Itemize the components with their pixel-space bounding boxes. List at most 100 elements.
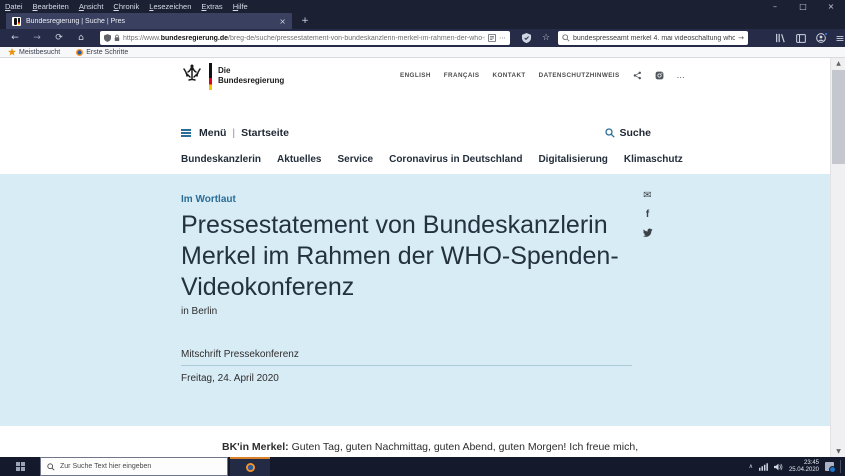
nav-service[interactable]: Service: [338, 154, 374, 165]
network-icon[interactable]: [758, 462, 768, 471]
account-icon[interactable]: [813, 29, 829, 47]
system-tray: ∧ 23:45 25.04.2020: [749, 457, 841, 476]
header-more-icon[interactable]: …: [677, 71, 685, 80]
sidebar-icon[interactable]: [793, 29, 809, 47]
site-menu-icon[interactable]: [181, 128, 191, 138]
page-actions-icon[interactable]: ⋯: [499, 34, 506, 42]
reload-button[interactable]: ⟳: [50, 29, 68, 47]
taskbar-clock[interactable]: 23:45 25.04.2020: [789, 460, 819, 474]
windows-taskbar: Zur Suche Text hier eingeben ∧ 23:45 25.…: [0, 457, 845, 476]
menu-datei[interactable]: Datei: [5, 2, 23, 11]
header-meta-nav: ENGLISH FRANÇAIS KONTAKT DATENSCHUTZHINW…: [400, 71, 685, 80]
new-tab-button[interactable]: +: [298, 15, 312, 28]
close-button[interactable]: ×: [817, 0, 845, 14]
link-datenschutzhinweis[interactable]: DATENSCHUTZHINWEIS: [539, 72, 620, 79]
screen: Datei Bearbeiten Ansicht Chronik Lesezei…: [0, 0, 845, 476]
article-date: Freitag, 24. April 2020: [181, 373, 279, 384]
bundesregierung-logo[interactable]: Die Bundesregierung: [181, 63, 284, 90]
link-english[interactable]: ENGLISH: [400, 72, 431, 79]
lock-icon: [114, 34, 120, 42]
article-type: Mitschrift Pressekonferenz: [181, 349, 299, 360]
menu-hilfe[interactable]: Hilfe: [233, 2, 248, 11]
nav-digitalisierung[interactable]: Digitalisierung: [538, 154, 607, 165]
tab-title: Bundesregierung | Suche | Pres: [26, 17, 125, 25]
search-query: bundespresseamt merkel 4. mai videoschal…: [573, 34, 736, 42]
bookmark-most-visited[interactable]: Meistbesucht: [8, 48, 60, 56]
speaker-label: BK'in Merkel:: [222, 441, 289, 453]
forward-button[interactable]: →: [28, 29, 46, 47]
menu-chronik[interactable]: Chronik: [113, 2, 139, 11]
firefox-taskbar-icon: [245, 463, 255, 472]
account-badge: [824, 32, 828, 36]
menu-bearbeiten[interactable]: Bearbeiten: [33, 2, 69, 11]
url-text: https://www.bundesregierung.de/breg-de/s…: [123, 34, 485, 42]
article-title: Pressestatement von Bundeskanzlerin Merk…: [181, 211, 619, 301]
back-button[interactable]: ←: [6, 29, 24, 47]
menu-ansicht[interactable]: Ansicht: [79, 2, 104, 11]
site-menu-row: Menü | Startseite Suche: [181, 124, 651, 142]
protection-badge-icon[interactable]: [518, 29, 534, 47]
reader-view-icon[interactable]: [488, 34, 496, 42]
page-scrollbar[interactable]: ▲ ▼: [830, 58, 845, 457]
facebook-share-icon[interactable]: f: [646, 210, 649, 220]
maximize-button[interactable]: □: [789, 0, 817, 14]
browser-tab[interactable]: Bundesregierung | Suche | Pres ×: [6, 13, 292, 29]
navigation-toolbar: ← → ⟳ ⌂ https://www.bundesregierung.de/b…: [0, 29, 845, 47]
scroll-up-icon[interactable]: ▲: [831, 58, 845, 69]
menu-extras[interactable]: Extras: [201, 2, 222, 11]
nav-aktuelles[interactable]: Aktuelles: [277, 154, 321, 165]
browser-menubar: Datei Bearbeiten Ansicht Chronik Lesezei…: [0, 0, 845, 13]
taskbar-search-box[interactable]: Zur Suche Text hier eingeben: [40, 457, 228, 476]
menu-lesezeichen[interactable]: Lesezeichen: [149, 2, 191, 11]
tray-expand-icon[interactable]: ∧: [749, 463, 753, 470]
taskbar-search-icon: [47, 462, 55, 471]
home-button[interactable]: ⌂: [72, 29, 90, 47]
nav-coronavirus[interactable]: Coronavirus in Deutschland: [389, 154, 522, 165]
tab-bar: Bundesregierung | Suche | Pres × +: [0, 13, 845, 29]
search-go-icon[interactable]: →: [738, 34, 744, 42]
site-favicon: [12, 16, 21, 26]
library-icon[interactable]: [772, 29, 788, 47]
volume-icon[interactable]: [773, 463, 783, 471]
article-location: in Berlin: [181, 306, 218, 317]
email-share-icon[interactable]: ✉: [643, 190, 651, 201]
window-controls: – □ ×: [761, 0, 845, 14]
flag-stripe: [209, 63, 212, 90]
logo-text: Die Bundesregierung: [218, 66, 285, 85]
instagram-icon[interactable]: [655, 71, 664, 80]
url-bar[interactable]: https://www.bundesregierung.de/breg-de/s…: [100, 31, 510, 45]
startseite-link[interactable]: Startseite: [241, 127, 289, 139]
firefox-icon: [76, 48, 84, 56]
federal-eagle-icon: [183, 64, 201, 81]
hamburger-menu-icon[interactable]: ≡: [832, 29, 845, 47]
bookmark-getting-started[interactable]: Erste Schritte: [76, 48, 128, 56]
article-kicker: Im Wortlaut: [181, 194, 236, 205]
taskbar-firefox-button[interactable]: [230, 457, 270, 476]
minimize-button[interactable]: –: [761, 0, 789, 14]
link-francais[interactable]: FRANÇAIS: [444, 72, 480, 79]
article-body: BK'in Merkel: Guten Tag, guten Nachmitta…: [222, 441, 639, 453]
site-main-nav: Bundeskanzlerin Aktuelles Service Corona…: [181, 154, 683, 165]
search-bar[interactable]: bundespresseamt merkel 4. mai videoschal…: [558, 31, 748, 45]
share-column: ✉ f: [642, 190, 653, 238]
tab-close-icon[interactable]: ×: [279, 17, 286, 26]
scroll-down-icon[interactable]: ▼: [831, 446, 845, 457]
scrollbar-thumb[interactable]: [832, 70, 845, 164]
web-page: Die Bundesregierung ENGLISH FRANÇAIS KON…: [0, 58, 845, 457]
share-icon[interactable]: [633, 71, 642, 80]
nav-bundeskanzlerin[interactable]: Bundeskanzlerin: [181, 154, 261, 165]
tray-app-icon[interactable]: [825, 462, 836, 473]
nav-klimaschutz[interactable]: Klimaschutz: [624, 154, 683, 165]
bookmark-star-icon[interactable]: ☆: [538, 29, 554, 47]
divider: [181, 365, 632, 366]
site-search-button[interactable]: Suche: [605, 127, 651, 139]
windows-logo-icon: [15, 462, 25, 471]
bookmarks-bar: Meistbesucht Erste Schritte: [0, 47, 845, 58]
taskbar-search-placeholder: Zur Suche Text hier eingeben: [60, 463, 152, 470]
twitter-share-icon[interactable]: [642, 228, 653, 238]
tracking-shield-icon[interactable]: [104, 34, 111, 42]
show-desktop-divider[interactable]: [840, 460, 841, 473]
link-kontakt[interactable]: KONTAKT: [493, 72, 526, 79]
start-button[interactable]: [0, 457, 40, 476]
site-menu-label[interactable]: Menü: [199, 127, 226, 139]
